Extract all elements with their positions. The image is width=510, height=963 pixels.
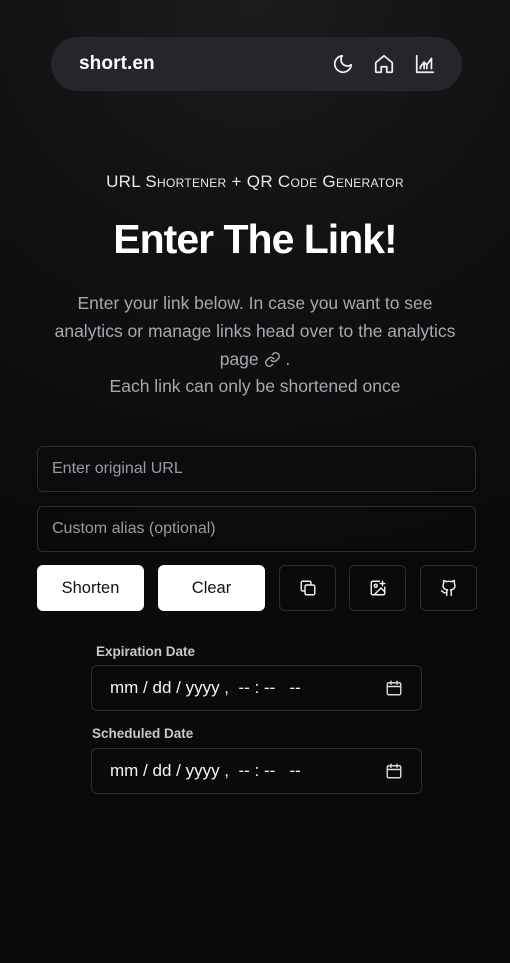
scheduled-date-input[interactable]: mm / dd / yyyy , -- : -- --: [91, 748, 422, 794]
github-icon: [440, 579, 456, 597]
link-icon[interactable]: [264, 348, 281, 367]
home-icon[interactable]: [373, 53, 395, 75]
shorten-note: Each link can only be shortened once: [109, 376, 401, 396]
nav-icons: [332, 53, 436, 75]
alias-input[interactable]: [37, 506, 476, 552]
chart-icon[interactable]: [414, 53, 436, 75]
description-text: Enter your link below. In case you want …: [54, 293, 456, 369]
expiration-date-value: mm / dd / yyyy , -- : -- --: [110, 678, 301, 697]
url-input[interactable]: [37, 446, 476, 492]
calendar-icon[interactable]: [385, 762, 403, 780]
scheduled-date-label: Scheduled Date: [92, 726, 194, 741]
calendar-icon[interactable]: [385, 679, 403, 697]
brand-logo[interactable]: short.en: [79, 53, 155, 75]
clear-button[interactable]: Clear: [158, 565, 265, 611]
image-icon: [370, 580, 385, 596]
copy-button[interactable]: [279, 565, 336, 611]
moon-icon[interactable]: [332, 53, 354, 75]
shorten-button[interactable]: Shorten: [37, 565, 144, 611]
page-description: Enter your link below. In case you want …: [50, 289, 460, 373]
download-image-button[interactable]: [349, 565, 406, 611]
expiration-date-label: Expiration Date: [96, 644, 196, 659]
navbar: short.en: [51, 37, 462, 91]
github-button[interactable]: [420, 565, 477, 611]
description-end: .: [285, 349, 291, 369]
expiration-date-input[interactable]: mm / dd / yyyy , -- : -- --: [91, 665, 422, 711]
copy-icon: [300, 580, 315, 596]
page-title: Enter The Link!: [113, 216, 397, 262]
page-subtitle: URL Shortener + QR Code Generator: [106, 172, 404, 191]
scheduled-date-value: mm / dd / yyyy , -- : -- --: [110, 761, 301, 780]
